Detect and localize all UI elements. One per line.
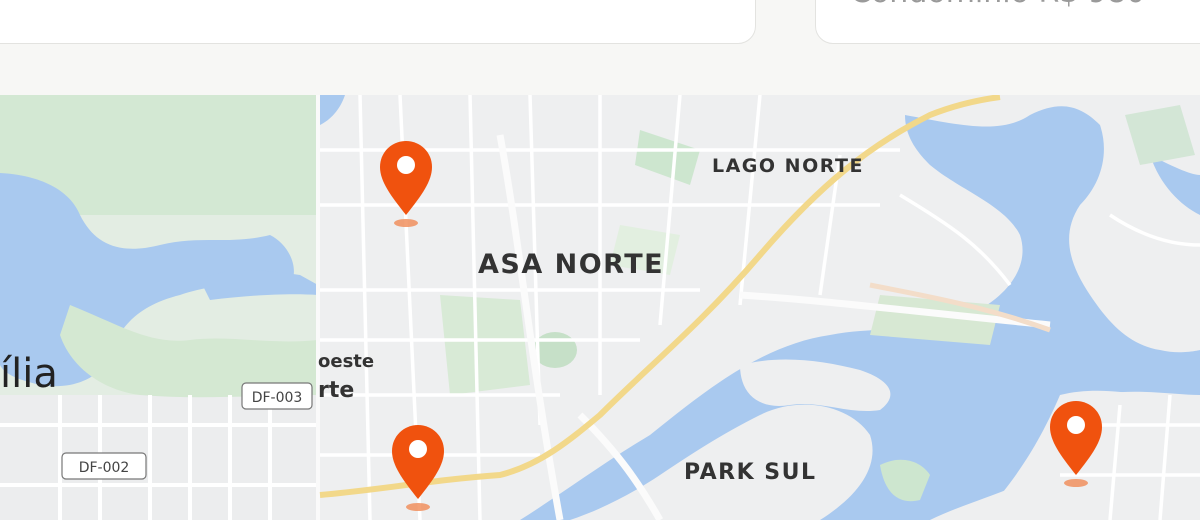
label-fragment-2: rte bbox=[318, 378, 354, 403]
panel-divider bbox=[316, 95, 320, 520]
road-badge-df002: DF-002 bbox=[61, 452, 147, 480]
road-badge-df003-text: DF-003 bbox=[252, 390, 303, 406]
condominium-price-card[interactable]: Condominio R$ 980 bbox=[815, 0, 1200, 44]
label-park-sul: PARK SUL bbox=[684, 460, 817, 485]
label-fragment-1: oeste bbox=[318, 351, 374, 372]
condominium-price-text: Condominio R$ 980 bbox=[850, 0, 1145, 10]
park-2 bbox=[440, 295, 530, 395]
map-pin-dot bbox=[397, 156, 415, 174]
map-pin-dot bbox=[409, 440, 427, 458]
filter-card-left[interactable] bbox=[0, 0, 756, 44]
map-pin-dot bbox=[1067, 416, 1085, 434]
road-badge-df003: DF-003 bbox=[241, 382, 313, 410]
marker-shadow bbox=[1064, 479, 1088, 487]
label-lago-norte: LAGO NORTE bbox=[712, 155, 864, 177]
marker-shadow bbox=[406, 503, 430, 511]
map-view[interactable]: LAGO NORTE ASA NORTE PARK SUL ília oeste… bbox=[0, 95, 1200, 520]
road-badge-df002-text: DF-002 bbox=[79, 460, 130, 476]
map-canvas[interactable]: LAGO NORTE ASA NORTE PARK SUL ília oeste… bbox=[0, 95, 1200, 520]
label-asa-norte: ASA NORTE bbox=[478, 249, 664, 280]
label-city-partial: ília bbox=[0, 351, 58, 397]
marker-shadow bbox=[394, 219, 418, 227]
filter-bar: Condominio R$ 980 bbox=[0, 0, 1200, 95]
